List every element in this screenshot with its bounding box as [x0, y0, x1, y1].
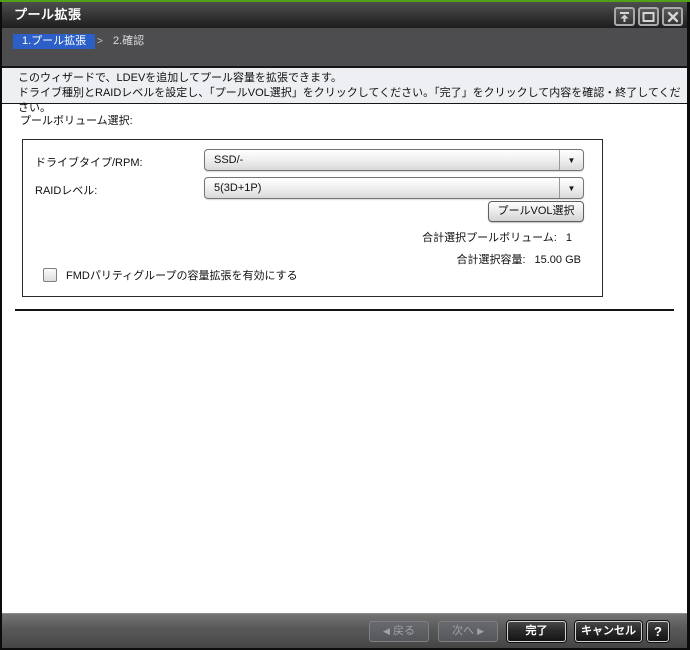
footer-bar: ◀ 戻る 次へ ▶ 完了 キャンセル ? — [0, 613, 690, 648]
close-icon — [667, 11, 679, 23]
maximize-button[interactable] — [638, 7, 659, 26]
raid-level-value: 5(3D+1P) — [214, 182, 262, 194]
fmd-capacity-expansion-checkbox[interactable] — [43, 268, 57, 282]
pool-expansion-dialog: プール拡張 1.プール拡張 > 2.確認 このウィザードで、LDEVを追加してプ… — [0, 0, 690, 650]
drive-type-label: ドライブタイプ/RPM: — [35, 157, 143, 169]
total-capacity-row: 合計選択容量: 15.00 GB — [456, 251, 581, 267]
next-arrow-icon: ▶ — [477, 626, 484, 636]
instruction-line-1: このウィザードで、LDEVを追加してプール容量を拡張できます。 — [18, 72, 342, 84]
next-button[interactable]: 次へ ▶ — [438, 621, 498, 642]
back-button[interactable]: ◀ 戻る — [369, 621, 429, 642]
rollup-button[interactable] — [614, 7, 635, 26]
drive-type-select[interactable]: SSD/- ▼ — [204, 149, 584, 171]
wizard-steps-bar: 1.プール拡張 > 2.確認 — [0, 28, 690, 66]
window-top-accent — [0, 0, 690, 2]
chevron-down-icon: ▼ — [567, 183, 576, 193]
fmd-checkbox-label: FMDパリティグループの容量拡張を有効にする — [66, 270, 298, 282]
finish-button[interactable]: 完了 — [507, 621, 566, 642]
back-button-label: 戻る — [392, 625, 415, 637]
rollup-icon — [618, 11, 631, 23]
pool-vol-select-button[interactable]: プールVOL選択 — [488, 201, 584, 222]
raid-level-label: RAIDレベル: — [35, 185, 98, 197]
pool-volume-selection-group: ドライブタイプ/RPM: SSD/- ▼ RAIDレベル: 5(3D+1P) ▼… — [22, 139, 603, 297]
step-separator-icon: > — [97, 36, 103, 47]
total-pool-volumes-value: 1 — [565, 232, 572, 244]
close-button[interactable] — [662, 7, 683, 26]
fmd-checkbox-row: FMDパリティグループの容量拡張を有効にする — [43, 267, 298, 283]
total-pool-volumes-label: 合計選択プールボリューム: — [422, 232, 557, 244]
total-pool-volumes-row: 合計選択プールボリューム: 1 — [422, 229, 572, 245]
raid-level-select[interactable]: 5(3D+1P) ▼ — [204, 177, 584, 199]
back-arrow-icon: ◀ — [383, 626, 390, 636]
raid-level-dropdown-arrow: ▼ — [559, 178, 583, 198]
wizard-instructions: このウィザードで、LDEVを追加してプール容量を拡張できます。 ドライブ種別とR… — [0, 68, 690, 114]
next-button-label: 次へ — [452, 625, 474, 637]
total-capacity-value: 15.00 GB — [534, 254, 581, 266]
drive-type-dropdown-arrow: ▼ — [559, 150, 583, 170]
total-capacity-label: 合計選択容量: — [456, 254, 526, 266]
drive-type-value: SSD/- — [214, 154, 244, 166]
cancel-button[interactable]: キャンセル — [575, 621, 642, 642]
window-controls — [614, 7, 683, 26]
pool-volume-selection-label: プールボリューム選択: — [20, 115, 133, 127]
window-border-left — [0, 0, 2, 650]
titlebar: プール拡張 — [0, 2, 690, 28]
tab-step2-confirm: 2.確認 — [113, 35, 145, 47]
chevron-down-icon: ▼ — [567, 155, 576, 165]
maximize-icon — [642, 11, 655, 23]
tab-step1-pool-expansion[interactable]: 1.プール拡張 — [13, 34, 96, 49]
help-button[interactable]: ? — [647, 621, 669, 642]
content-separator — [15, 309, 674, 311]
dialog-title: プール拡張 — [14, 7, 82, 22]
